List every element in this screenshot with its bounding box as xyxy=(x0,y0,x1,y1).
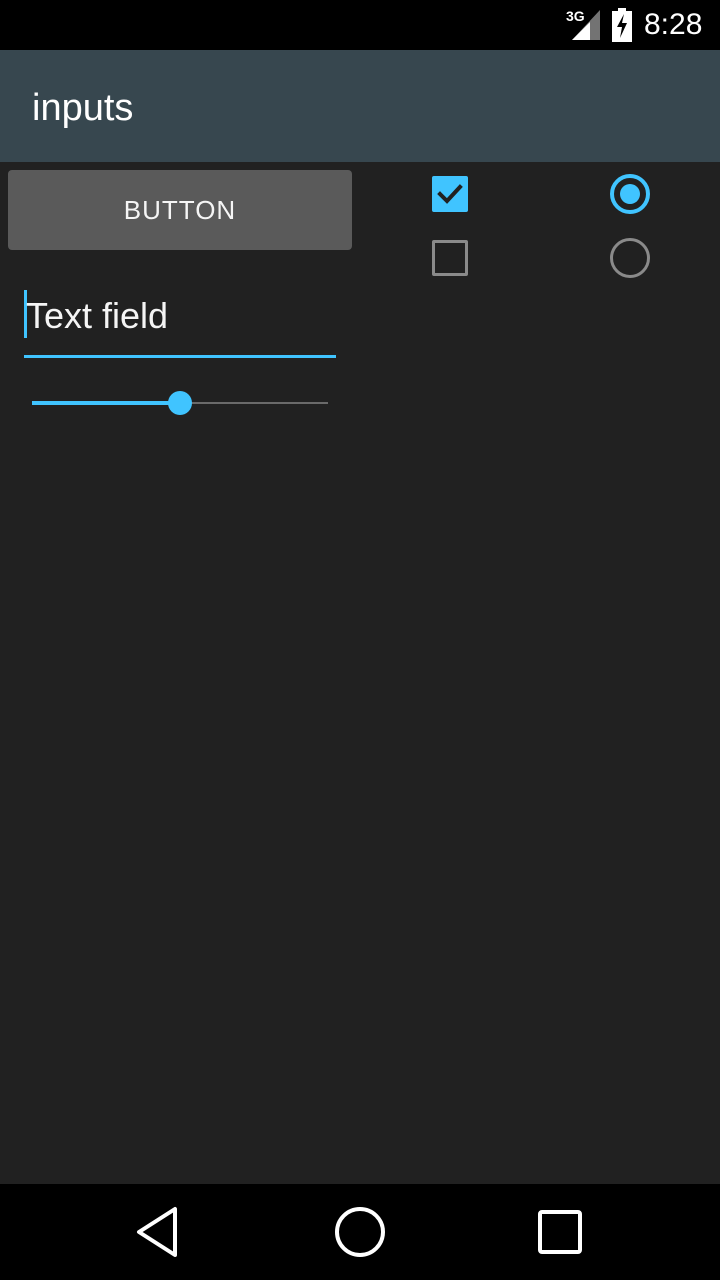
clock: 8:28 xyxy=(644,8,703,41)
text-field[interactable]: Text field xyxy=(24,290,336,358)
recents-icon xyxy=(538,1210,582,1254)
slider[interactable] xyxy=(32,388,328,418)
checkbox-unchecked[interactable] xyxy=(432,240,468,276)
text-field-value: Text field xyxy=(26,295,169,336)
signal-icon xyxy=(572,10,600,40)
app-title: inputs xyxy=(32,87,134,129)
check-icon xyxy=(437,184,463,204)
battery-charging-icon xyxy=(612,8,632,42)
home-button[interactable] xyxy=(328,1200,392,1264)
back-button[interactable] xyxy=(126,1200,190,1264)
recents-button[interactable] xyxy=(528,1200,592,1264)
slider-thumb[interactable] xyxy=(168,391,192,415)
home-icon xyxy=(335,1207,385,1257)
radio-unselected[interactable] xyxy=(610,238,650,278)
radio-dot xyxy=(620,184,640,204)
radio-selected[interactable] xyxy=(610,174,650,214)
back-icon xyxy=(137,1207,177,1257)
slider-fill xyxy=(32,401,180,405)
main-button[interactable]: BUTTON xyxy=(8,170,352,250)
checkbox-checked[interactable] xyxy=(432,176,468,212)
